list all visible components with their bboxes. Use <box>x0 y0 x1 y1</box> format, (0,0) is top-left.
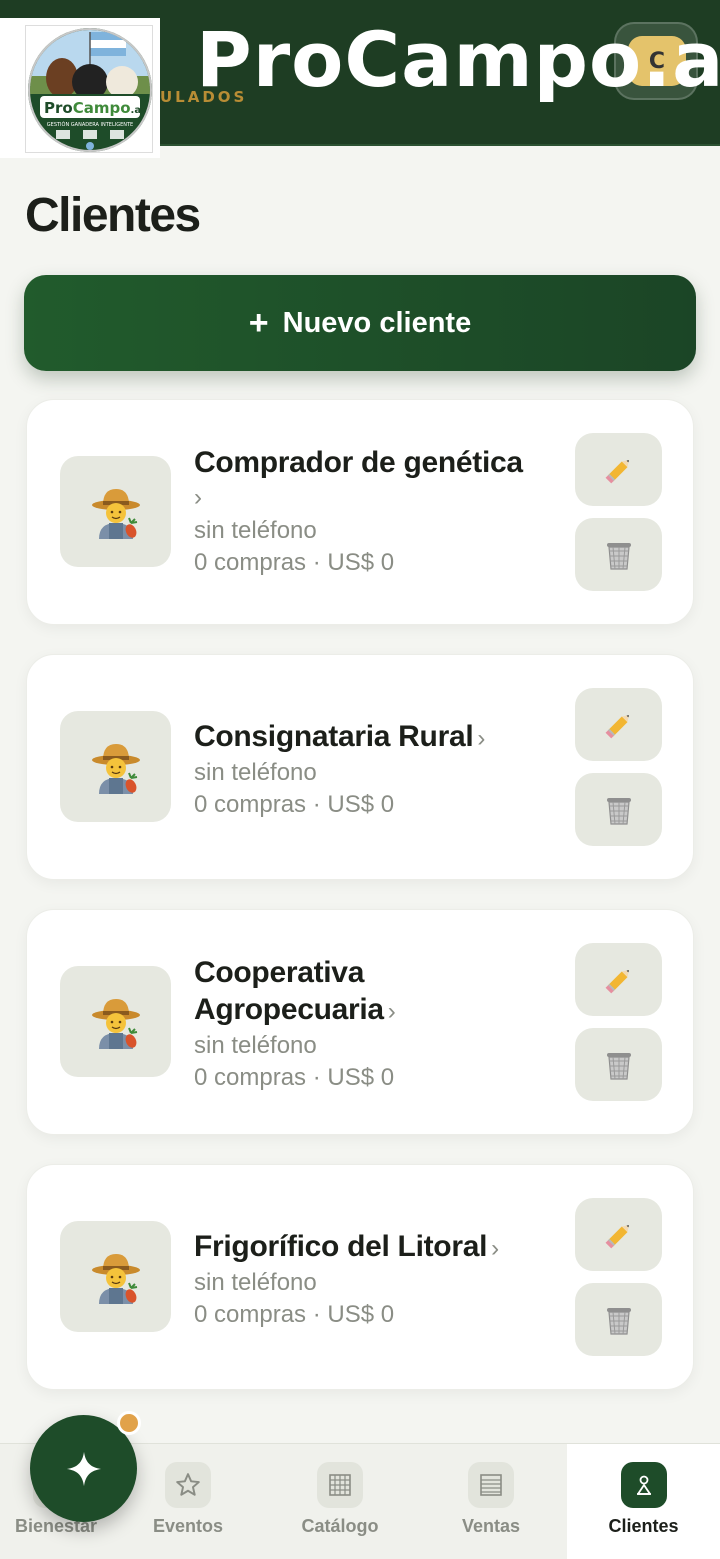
client-name-row: Consignataria Rural › <box>194 718 554 757</box>
farmer-icon <box>60 1221 171 1332</box>
page-title: Clientes <box>25 189 201 242</box>
wastebasket-icon <box>606 797 631 825</box>
wastebasket-icon <box>606 542 631 570</box>
client-name: Comprador de genética <box>194 446 523 479</box>
client-phone: sin teléfono <box>194 517 317 544</box>
pencil-icon <box>605 969 629 993</box>
wastebasket-icon <box>606 1052 631 1080</box>
delete-client-button[interactable] <box>575 773 662 846</box>
nav-label: Clientes <box>608 1516 679 1536</box>
chevron-right-icon: › <box>387 998 396 1025</box>
edit-client-button[interactable] <box>575 688 662 761</box>
pencil-icon <box>605 1224 629 1248</box>
client-phone: sin teléfono <box>194 1269 317 1296</box>
new-client-button[interactable]: + Nuevo cliente <box>24 275 696 371</box>
client-info: Consignataria Rural › sin teléfono 0 comp… <box>194 718 554 821</box>
sparkle-icon <box>66 1451 101 1486</box>
farmer-icon <box>60 456 171 567</box>
list-icon <box>468 1462 514 1508</box>
pencil-icon <box>605 459 629 483</box>
star-icon <box>165 1462 211 1508</box>
delete-client-button[interactable] <box>575 1028 662 1101</box>
client-name: Frigorífico del Litoral <box>194 1230 488 1263</box>
person-icon <box>620 1462 667 1508</box>
client-stats: 0 compras · US$ 0 <box>194 791 395 818</box>
delete-client-button[interactable] <box>575 1283 662 1356</box>
procampo-logo-icon: ProCampo.ar GESTIÓN GANADERA INTELIGENTE <box>28 28 152 152</box>
wastebasket-icon <box>606 1307 631 1335</box>
nav-item-ventas[interactable]: Ventas <box>415 1444 567 1559</box>
brand-title: ProCampo.ar <box>196 15 720 104</box>
grid-icon <box>317 1462 363 1508</box>
chevron-right-icon: › <box>194 484 202 511</box>
client-card[interactable]: Frigorífico del Litoral › sin teléfono 0 … <box>26 1164 694 1390</box>
farmer-icon <box>60 966 171 1077</box>
nav-item-catalogo[interactable]: Catálogo <box>264 1444 416 1559</box>
client-info: Comprador de genética › sin teléfono 0 c… <box>194 444 554 579</box>
chevron-right-icon: › <box>491 1235 499 1262</box>
logo-frame: ProCampo.ar GESTIÓN GANADERA INTELIGENTE <box>25 25 153 153</box>
client-stats: 0 compras · US$ 0 <box>194 1064 395 1091</box>
svg-text:GESTIÓN GANADERA INTELIGENTE: GESTIÓN GANADERA INTELIGENTE <box>47 121 133 128</box>
client-phone: sin teléfono <box>194 1032 317 1059</box>
plus-icon: + <box>248 303 269 342</box>
nav-label: Ventas <box>461 1516 521 1536</box>
edit-client-button[interactable] <box>575 943 662 1016</box>
nav-label: Catálogo <box>301 1516 379 1536</box>
chevron-right-icon: › <box>477 725 486 752</box>
client-name-line1: Cooperativa <box>194 956 365 989</box>
client-name-row: Frigorífico del Litoral › <box>194 1228 554 1267</box>
client-stats: 0 compras · US$ 0 <box>194 549 395 576</box>
edit-client-button[interactable] <box>575 433 662 506</box>
client-card[interactable]: Consignataria Rural › sin teléfono 0 comp… <box>26 654 694 880</box>
new-client-label: Nuevo cliente <box>282 306 472 339</box>
client-phone: sin teléfono <box>194 759 317 786</box>
client-stats: 0 compras · US$ 0 <box>194 1301 395 1328</box>
notification-dot <box>117 1411 141 1435</box>
client-card[interactable]: Comprador de genética › sin teléfono 0 c… <box>26 399 694 625</box>
client-name-row: Agropecuaria › <box>194 991 554 1030</box>
client-info: Frigorífico del Litoral › sin teléfono 0 … <box>194 1228 554 1331</box>
delete-client-button[interactable] <box>575 518 662 591</box>
client-card[interactable]: Cooperativa Agropecuaria › sin teléfono 0… <box>26 909 694 1135</box>
client-name: Consignataria Rural <box>194 720 474 753</box>
logo[interactable]: ProCampo.ar GESTIÓN GANADERA INTELIGENTE <box>0 18 160 158</box>
farmer-icon <box>60 711 171 822</box>
nav-label: Eventos <box>152 1516 224 1536</box>
pencil-icon <box>605 714 629 738</box>
client-info: Cooperativa Agropecuaria › sin teléfono 0… <box>194 954 554 1094</box>
nav-item-clientes[interactable]: Clientes <box>567 1444 720 1559</box>
edit-client-button[interactable] <box>575 1198 662 1271</box>
client-name-line2: Agropecuaria <box>194 993 384 1026</box>
